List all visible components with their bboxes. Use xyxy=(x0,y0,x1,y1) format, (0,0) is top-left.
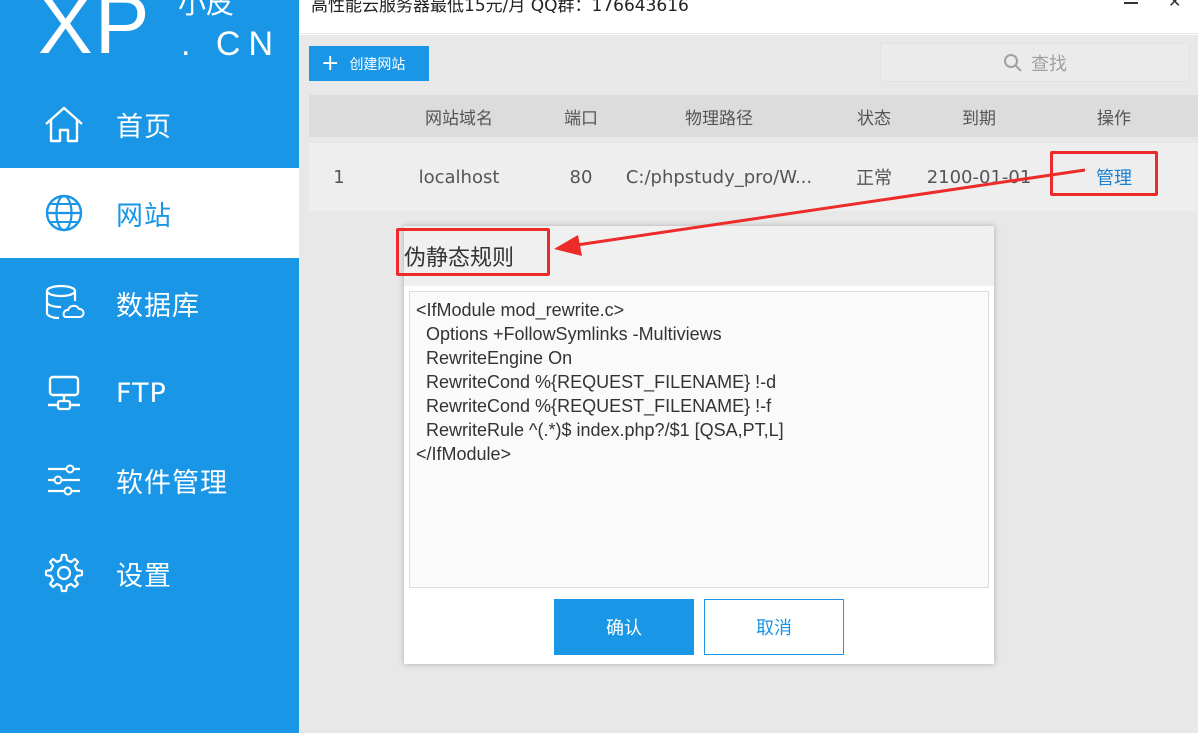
search-label: 查找 xyxy=(1031,53,1067,75)
sidebar-item-label: 数据库 xyxy=(116,290,200,322)
row-domain: localhost xyxy=(418,166,500,188)
sliders-icon xyxy=(42,458,86,502)
sidebar: XP 小皮 . CN 首页 网站 数据库 FTP 软件管理 设置 xyxy=(0,0,299,733)
search-input[interactable]: 查找 xyxy=(880,43,1190,82)
annotation-box-manage xyxy=(1050,151,1158,196)
cancel-button[interactable]: 取消 xyxy=(704,599,844,655)
table-header: 网站域名 端口 物理路径 状态 到期 操作 xyxy=(309,95,1198,137)
column-header-path: 物理路径 xyxy=(685,108,753,129)
sidebar-item-label: 网站 xyxy=(116,200,172,232)
sidebar-item-software[interactable]: 软件管理 xyxy=(0,435,299,525)
annotation-box-title xyxy=(396,228,550,276)
window-titlebar: 高性能云服务器最低15元/月 QQ群：176643616 ✕ xyxy=(299,0,1198,34)
column-header-port: 端口 xyxy=(564,108,598,129)
minimize-button[interactable] xyxy=(1124,2,1138,4)
create-website-button[interactable]: + 创建网站 xyxy=(309,46,429,81)
database-icon xyxy=(42,281,86,325)
logo-domain-text: . CN xyxy=(181,25,281,63)
row-path: C:/phpstudy_pro/W... xyxy=(625,166,813,188)
sidebar-item-label: 首页 xyxy=(116,111,172,143)
row-port: 80 xyxy=(569,166,593,188)
logo-xp-text: XP xyxy=(38,0,152,71)
close-button[interactable]: ✕ xyxy=(1168,0,1184,10)
sidebar-item-ftp[interactable]: FTP xyxy=(0,348,299,438)
rewrite-rules-dialog: 伪静态规则 <IfModule mod_rewrite.c> Options +… xyxy=(404,226,994,664)
sidebar-item-database[interactable]: 数据库 xyxy=(0,258,299,348)
column-header-status: 状态 xyxy=(857,108,891,129)
column-header-action: 操作 xyxy=(1097,108,1131,129)
row-index: 1 xyxy=(333,166,345,188)
rewrite-rules-textarea[interactable]: <IfModule mod_rewrite.c> Options +Follow… xyxy=(409,291,989,588)
window-title: 高性能云服务器最低15元/月 QQ群：176643616 xyxy=(311,0,689,16)
globe-icon xyxy=(42,191,86,235)
sidebar-item-website[interactable]: 网站 xyxy=(0,168,299,258)
create-website-label: 创建网站 xyxy=(349,56,406,73)
search-icon xyxy=(1004,53,1022,72)
home-icon xyxy=(42,102,86,146)
sidebar-item-settings[interactable]: 设置 xyxy=(0,528,299,618)
logo-cn-text: 小皮 xyxy=(178,0,235,20)
confirm-button[interactable]: 确认 xyxy=(554,599,694,655)
plus-icon: + xyxy=(321,50,340,76)
ftp-icon xyxy=(42,371,86,415)
app-logo: XP 小皮 . CN xyxy=(38,0,298,78)
column-header-expiry: 到期 xyxy=(962,108,996,129)
sidebar-item-label: 设置 xyxy=(116,560,172,592)
gear-icon xyxy=(42,551,86,595)
sidebar-item-home[interactable]: 首页 xyxy=(0,79,299,169)
row-expiry: 2100-01-01 xyxy=(926,166,1032,188)
sidebar-item-label: 软件管理 xyxy=(116,467,228,499)
column-header-domain: 网站域名 xyxy=(425,108,493,129)
row-status: 正常 xyxy=(856,168,892,189)
sidebar-item-label: FTP xyxy=(116,377,167,409)
